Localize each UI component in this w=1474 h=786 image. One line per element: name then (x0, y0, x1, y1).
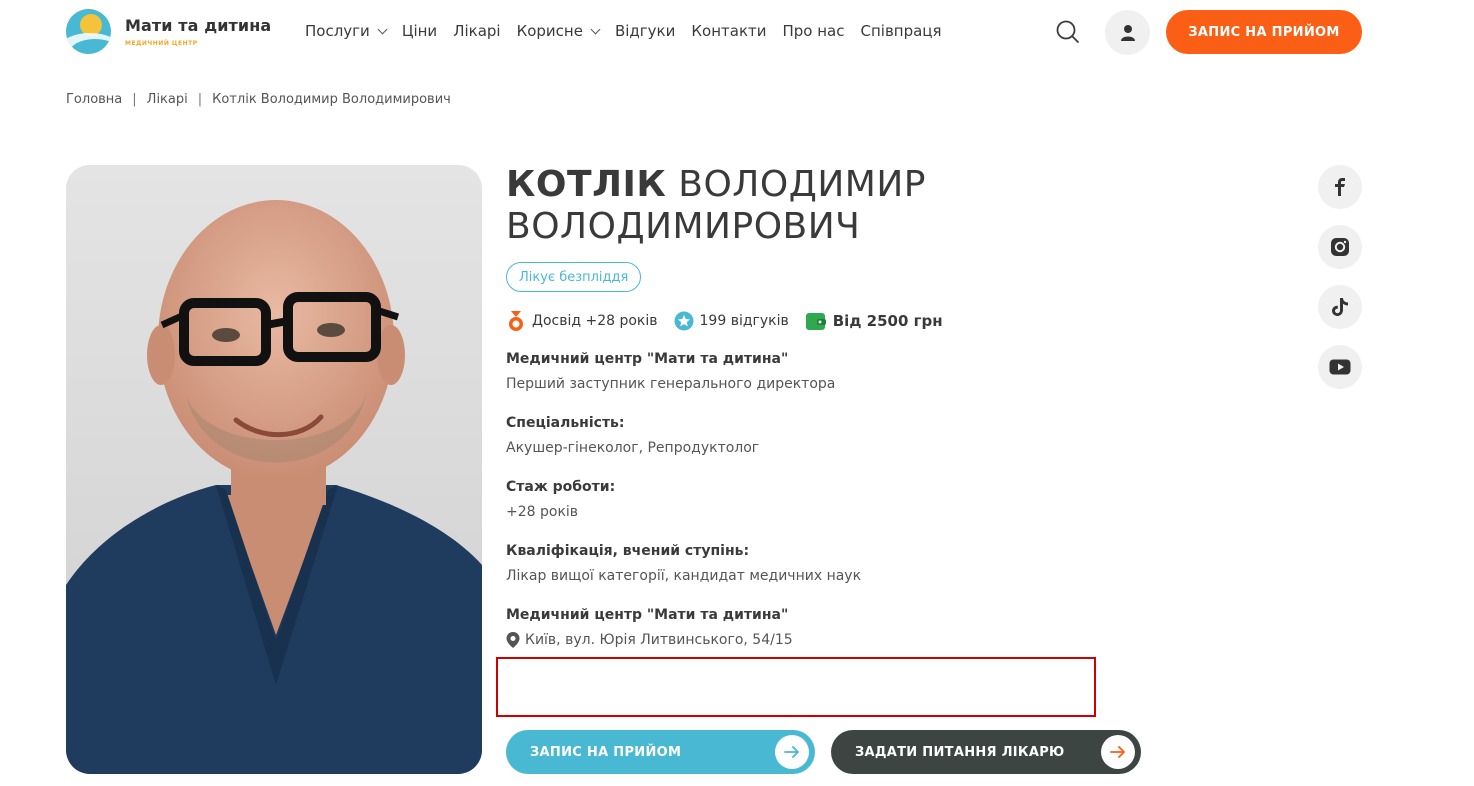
nav-item-reviews[interactable]: Відгуки (615, 22, 675, 40)
specialty-label: Спеціальність: (506, 415, 625, 431)
chevron-down-icon (590, 24, 601, 34)
nav-label: Послуги (305, 22, 370, 40)
breadcrumb-separator: | (197, 92, 203, 107)
address-value: Київ, вул. Юрія Литвинського, 54/15 (525, 632, 793, 648)
experience-text: Досвід +28 років (532, 313, 658, 329)
breadcrumb-separator: | (132, 92, 137, 107)
clinic-block: Медичний центр "Мати та дитина" Перший з… (506, 351, 835, 392)
logo-subtitle: медичний центр (125, 40, 198, 47)
nav-label: Співпраця (860, 22, 942, 40)
logo-icon (66, 9, 111, 54)
position-value: Перший заступник генерального директора (506, 376, 836, 392)
facebook-icon (1335, 178, 1345, 196)
tenure-value: +28 років (506, 504, 579, 520)
instagram-icon (1331, 238, 1349, 256)
specialty-block: Спеціальність: Акушер-гінеколог, Репроду… (506, 415, 759, 456)
nav-item-about[interactable]: Про нас (783, 22, 845, 40)
nav-item-useful[interactable]: Корисне (516, 22, 601, 40)
youtube-button[interactable] (1318, 345, 1362, 389)
qualification-value: Лікар вищої категорії, кандидат медичних… (506, 568, 862, 584)
breadcrumb-home[interactable]: Головна (66, 92, 122, 107)
book-appointment-button[interactable]: ЗАПИС НА ПРИЙОМ (506, 730, 815, 774)
doctor-first-name: ВОЛОДИМИР (678, 164, 926, 205)
wallet-icon (805, 313, 826, 330)
ask-doctor-button[interactable]: ЗАДАТИ ПИТАННЯ ЛІКАРЮ (831, 730, 1141, 774)
arrow-right-icon (775, 735, 809, 769)
logo[interactable]: Мати та дитина медичний центр (66, 9, 271, 54)
reviews-stat[interactable]: 199 відгуків (674, 311, 789, 331)
breadcrumb-current: Котлік Володимир Володимирович (212, 92, 451, 107)
logo-title: Мати та дитина (125, 16, 272, 35)
nav-label: Відгуки (614, 22, 676, 40)
doctor-stats: Досвід +28 років 199 відгуків Від 2500 г… (506, 310, 959, 332)
book-appointment-header-button[interactable]: ЗАПИС НА ПРИЙОМ (1166, 10, 1362, 54)
nav-item-prices[interactable]: Ціни (402, 22, 437, 40)
location-block: Медичний центр "Мати та дитина" Київ, ву… (506, 607, 793, 648)
tenure-block: Стаж роботи: +28 років (506, 479, 615, 520)
breadcrumb: Головна | Лікарі | Котлік Володимир Воло… (66, 92, 451, 107)
nav-item-cooperation[interactable]: Співпраця (861, 22, 942, 40)
nav-label: Лікарі (453, 22, 501, 40)
nav-item-contacts[interactable]: Контакти (691, 22, 766, 40)
map-pin-icon (506, 632, 520, 648)
star-badge-icon (674, 311, 694, 331)
nav-label: Про нас (782, 22, 845, 40)
site-header: Мати та дитина медичний центр Послуги Ці… (0, 0, 1474, 66)
reviews-text: 199 відгуків (699, 313, 789, 329)
facebook-button[interactable] (1318, 165, 1362, 209)
doctor-name: КОТЛІК ВОЛОДИМИР ВОЛОДИМИРОВИЧ (506, 164, 1106, 248)
address-line[interactable]: Київ, вул. Юрія Литвинського, 54/15 (506, 632, 793, 648)
breadcrumb-doctors[interactable]: Лікарі (147, 92, 188, 107)
doctor-last-name: КОТЛІК (506, 164, 667, 205)
nav-label: Ціни (401, 22, 438, 40)
arrow-right-icon (1101, 735, 1135, 769)
location-label: Медичний центр "Мати та дитина" (506, 607, 789, 623)
youtube-icon (1329, 359, 1351, 375)
doctor-photo (66, 165, 482, 774)
nav-label: Контакти (691, 22, 767, 40)
tenure-label: Стаж роботи: (506, 479, 616, 495)
price-stat: Від 2500 грн (805, 311, 943, 331)
main-nav: Послуги Ціни Лікарі Корисне Відгуки Конт… (305, 22, 958, 40)
specialty-tag[interactable]: Лікує безпліддя (506, 262, 642, 292)
qualification-block: Кваліфікація, вчений ступінь: Лікар вищо… (506, 543, 861, 584)
ask-doctor-label: ЗАДАТИ ПИТАННЯ ЛІКАРЮ (855, 744, 1065, 760)
clinic-label: Медичний центр "Мати та дитина" (506, 351, 789, 367)
user-icon (1120, 24, 1135, 41)
highlight-box (496, 657, 1096, 717)
specialty-value: Акушер-гінеколог, Репродуктолог (506, 440, 760, 456)
experience-stat: Досвід +28 років (506, 310, 658, 332)
nav-item-services[interactable]: Послуги (305, 22, 388, 40)
instagram-button[interactable] (1318, 225, 1362, 269)
medal-icon (509, 311, 523, 331)
book-appointment-label: ЗАПИС НА ПРИЙОМ (530, 744, 682, 760)
nav-label: Корисне (516, 22, 583, 40)
search-icon (1056, 20, 1079, 43)
account-button[interactable] (1105, 10, 1150, 55)
search-button[interactable] (1055, 19, 1081, 45)
doctor-patronymic: ВОЛОДИМИРОВИЧ (506, 206, 861, 247)
tiktok-icon (1332, 298, 1348, 316)
chevron-down-icon (377, 24, 388, 34)
tiktok-button[interactable] (1318, 285, 1362, 329)
qualification-label: Кваліфікація, вчений ступінь: (506, 543, 750, 559)
price-text: Від 2500 грн (832, 312, 943, 330)
nav-item-doctors[interactable]: Лікарі (453, 22, 500, 40)
doctor-portrait-image (66, 165, 482, 774)
